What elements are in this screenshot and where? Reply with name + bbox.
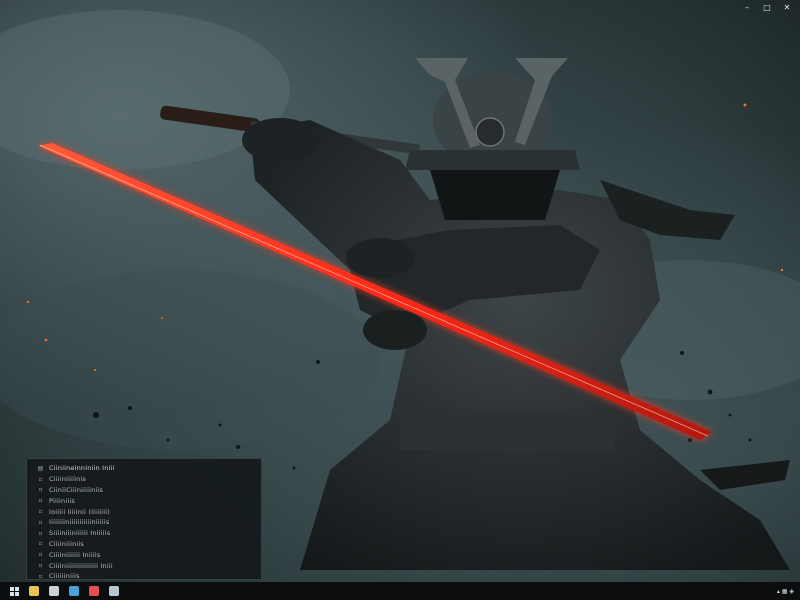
taskbar-app-button[interactable] xyxy=(106,584,122,598)
start-menu-item[interactable]: ▫ Ciiiiniiiiiiiiiiiiiiii Iniii xyxy=(27,560,261,571)
file-icon: ▫ xyxy=(38,518,43,526)
taskbar-app-button[interactable] xyxy=(66,584,82,598)
start-menu-item[interactable]: ▫ Ciiiiniiiniis xyxy=(27,539,261,550)
start-menu-item[interactable]: ▫ Ioiiiii Iiiiinii (Iiiiiiii) xyxy=(27,506,261,517)
start-menu-item-label: Iiiiiiiiniiiiiiiiiiiniiiiis xyxy=(49,518,110,527)
start-menu-item[interactable]: ▫ CiiniiCiiiniiiiiniis xyxy=(27,485,261,496)
file-icon: ▫ xyxy=(38,540,43,548)
file-icon: ▫ xyxy=(38,572,43,580)
file-icon: ▫ xyxy=(38,497,43,505)
tray-icons[interactable]: ▴ ▦ ◈ xyxy=(777,588,794,595)
windows-logo-icon xyxy=(9,586,19,596)
start-menu-item[interactable]: ▫ Iiiiiiiiniiiiiiiiiiiniiiiis xyxy=(27,517,261,528)
start-menu-item[interactable]: ▤ Ciiniineinniniin Iniii xyxy=(27,463,261,474)
file-icon: ▫ xyxy=(38,551,43,559)
start-menu-item[interactable]: ▫ Siiiiniiiniiiiii Iniiiiis xyxy=(27,528,261,539)
start-menu-item-label: Ciiiiniiiniis xyxy=(49,539,85,548)
start-menu-item-label: Ciiiiniiiiiiiiiiiiiiii Iniii xyxy=(49,561,113,570)
close-button[interactable]: ✕ xyxy=(778,2,796,14)
start-menu-item-label: CiiniiCiiiniiiiiniis xyxy=(49,485,104,494)
start-menu-list: ▤ Ciiniineinniniin Iniii ▫ Ciiiiniiiiinis ▫ C… xyxy=(27,463,261,582)
start-menu-item[interactable]: ▫ Ciiiiniiiiiii Iniiiis xyxy=(27,549,261,560)
taskbar-app-button[interactable] xyxy=(26,584,42,598)
start-menu-item-label: Ciiiiiiniiis xyxy=(49,572,80,581)
start-menu-item-label: Ioiiiii Iiiiinii (Iiiiiiii) xyxy=(49,507,110,516)
file-icon: ▫ xyxy=(38,486,43,494)
start-menu-item[interactable]: ▫ Ciiiiiiniiis xyxy=(27,571,261,582)
browser-icon xyxy=(69,586,79,596)
start-menu-item-label: Siiiiniiiniiiiii Iniiiiis xyxy=(49,529,111,538)
maximize-button[interactable]: □ xyxy=(758,2,776,14)
start-menu-item[interactable]: ▫ Ciiiiniiiiinis xyxy=(27,474,261,485)
taskbar: ▴ ▦ ◈ xyxy=(0,582,800,600)
start-menu-item-label: Ciiiiniiiiinis xyxy=(49,475,87,484)
file-icon: ▫ xyxy=(38,529,43,537)
taskbar-app-button[interactable] xyxy=(46,584,62,598)
file-icon: ▫ xyxy=(38,475,43,483)
folder-icon: ▤ xyxy=(37,464,44,472)
mail-app-icon xyxy=(89,586,99,596)
start-menu-item-label: Ciiniineinniniin Iniii xyxy=(49,464,115,473)
start-menu-item-label: Ciiiiniiiiiii Iniiiis xyxy=(49,550,101,559)
desktop-wallpaper: – □ ✕ ▤ Ciiniineinniniin Iniii ▫ Ciiiiniiii… xyxy=(0,0,800,582)
start-menu-panel: ▤ Ciiniineinniniin Iniii ▫ Ciiiiniiiiinis ▫ C… xyxy=(26,458,262,580)
system-tray: ▴ ▦ ◈ xyxy=(777,588,794,595)
start-menu-item-label: Piiiiniiis xyxy=(49,496,75,505)
window-controls: – □ ✕ xyxy=(738,2,796,14)
media-app-icon xyxy=(109,586,119,596)
file-icon: ▫ xyxy=(38,562,43,570)
taskbar-app-button[interactable] xyxy=(86,584,102,598)
file-explorer-icon xyxy=(29,586,39,596)
taskbar-apps xyxy=(22,584,122,598)
minimize-button[interactable]: – xyxy=(738,2,756,14)
start-menu-item[interactable]: ▫ Piiiiniiis xyxy=(27,495,261,506)
file-icon: ▫ xyxy=(38,508,43,516)
camera-app-icon xyxy=(49,586,59,596)
start-button[interactable] xyxy=(6,584,22,598)
